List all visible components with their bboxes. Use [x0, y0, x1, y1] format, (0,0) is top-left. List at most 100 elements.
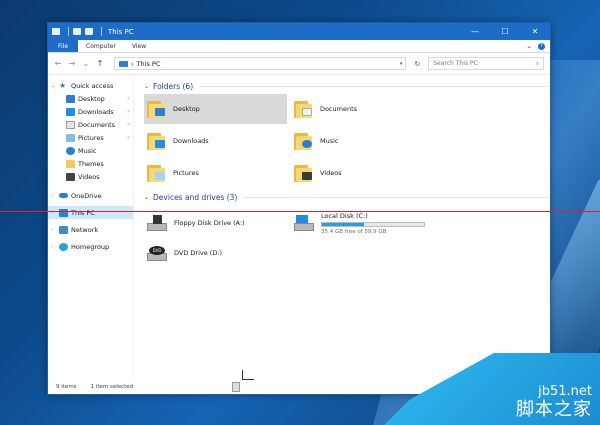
videos-folder-icon	[294, 163, 316, 183]
folders-grid: Desktop Documents Downloads Music Pictur…	[144, 94, 550, 188]
content-pane[interactable]: ⌄ Folders (6) Desktop Documents Download…	[134, 75, 550, 379]
videos-icon	[66, 172, 75, 181]
recent-locations-button[interactable]: ⌄	[82, 59, 90, 68]
sidebar-item-quick-access[interactable]: ⌄ ★ Quick access	[48, 79, 133, 92]
navigation-bar: ← → ⌄ ↑ › This PC ▾ ↻ Search This PC ⌕	[48, 53, 550, 75]
pc-icon	[59, 208, 68, 217]
sidebar-item-label: Documents	[78, 120, 116, 129]
folder-label: Downloads	[173, 137, 209, 145]
cursor-artifact	[242, 370, 254, 380]
search-placeholder: Search This PC	[433, 60, 478, 67]
floppy-drive-icon	[147, 215, 169, 231]
sidebar-item-desktop[interactable]: Desktop ✓	[48, 92, 133, 105]
annotation-line	[0, 211, 600, 212]
sidebar-item-label: Quick access	[71, 81, 114, 90]
item-count: 9 items	[56, 383, 77, 390]
sidebar-item-network[interactable]: › Network	[48, 223, 133, 236]
expand-ribbon-icon[interactable]: ⌄	[526, 42, 532, 50]
sidebar-item-label: Pictures	[78, 133, 104, 142]
chevron-down-icon[interactable]: ⌄	[144, 194, 149, 201]
sidebar-item-onedrive[interactable]: › OneDrive	[48, 189, 133, 202]
chevron-right-icon[interactable]: ›	[51, 227, 57, 233]
section-divider	[243, 196, 550, 198]
documents-folder-icon	[294, 99, 316, 119]
sidebar-item-homegroup[interactable]: › Homegroup	[48, 240, 133, 253]
drive-label: DVD Drive (D:)	[174, 249, 223, 257]
music-icon	[66, 146, 75, 155]
folder-label: Videos	[320, 169, 342, 177]
drive-floppy[interactable]: Floppy Disk Drive (A:)	[144, 208, 287, 238]
title-bar[interactable]: This PC — ☐ ✕	[48, 23, 550, 40]
pictures-folder-icon	[147, 163, 169, 183]
chevron-down-icon[interactable]: ⌄	[51, 83, 57, 89]
up-button[interactable]: ↑	[96, 59, 104, 68]
minimize-button[interactable]: —	[460, 23, 490, 40]
address-dropdown-icon[interactable]: ▾	[400, 61, 406, 67]
music-folder-icon	[294, 131, 316, 151]
selection-count: 1 item selected	[90, 383, 134, 390]
watermark-name: 脚本之家	[516, 399, 592, 420]
disk-free-text: 35.4 GB free of 59.9 GB	[321, 228, 387, 235]
navigation-pane[interactable]: ⌄ ★ Quick access Desktop ✓ Downloads ✓ D…	[48, 75, 134, 379]
sidebar-item-label: OneDrive	[71, 191, 102, 200]
forward-button[interactable]: →	[68, 59, 76, 68]
chevron-right-icon[interactable]: ›	[51, 193, 57, 199]
drives-header-label: Devices and drives (3)	[153, 192, 238, 202]
tab-view[interactable]: View	[124, 40, 154, 52]
sidebar-item-videos[interactable]: Videos	[48, 170, 133, 183]
folder-desktop[interactable]: Desktop	[144, 94, 287, 124]
sidebar-item-label: Music	[78, 146, 97, 155]
sidebar-item-pictures[interactable]: Pictures ✓	[48, 131, 133, 144]
properties-icon[interactable]	[73, 28, 81, 35]
pc-icon	[52, 28, 60, 35]
folders-section-header[interactable]: ⌄ Folders (6)	[144, 79, 550, 93]
help-icon[interactable]: ?	[538, 42, 545, 50]
folder-music[interactable]: Music	[291, 126, 434, 156]
folder-label: Documents	[320, 105, 358, 113]
star-icon: ★	[59, 80, 67, 90]
chevron-right-icon[interactable]: ›	[51, 244, 57, 250]
sidebar-item-downloads[interactable]: Downloads ✓	[48, 105, 133, 118]
search-input[interactable]: Search This PC ⌕	[428, 57, 544, 70]
folder-label: Pictures	[173, 169, 199, 177]
chevron-down-icon[interactable]: ⌄	[144, 83, 149, 90]
hard-disk-icon	[294, 215, 316, 231]
sidebar-item-label: Network	[71, 225, 99, 234]
dvd-drive-icon: DVD	[147, 245, 169, 261]
drive-label: Local Disk (C:)	[321, 211, 368, 220]
sidebar-item-label: Downloads	[78, 107, 114, 116]
folder-documents[interactable]: Documents	[291, 94, 434, 124]
sidebar-item-themes[interactable]: Themes	[48, 157, 133, 170]
tab-computer[interactable]: Computer	[78, 40, 124, 52]
maximize-button[interactable]: ☐	[490, 23, 520, 40]
sidebar-item-documents[interactable]: Documents ✓	[48, 118, 133, 131]
folder-downloads[interactable]: Downloads	[144, 126, 287, 156]
folder-videos[interactable]: Videos	[291, 158, 434, 188]
pictures-icon	[66, 133, 75, 142]
close-button[interactable]: ✕	[520, 23, 550, 40]
network-icon	[59, 225, 68, 234]
ribbon-tabs: File Computer View ⌄ ?	[48, 40, 550, 53]
refresh-button[interactable]: ↻	[414, 60, 420, 68]
drives-section-header[interactable]: ⌄ Devices and drives (3)	[144, 190, 550, 204]
sidebar-item-music[interactable]: Music	[48, 144, 133, 157]
desktop-icon	[66, 94, 75, 103]
sidebar-item-label: Themes	[78, 159, 104, 168]
sidebar-item-label: This PC	[71, 208, 95, 217]
folders-header-label: Folders (6)	[153, 81, 194, 91]
window-title: This PC	[108, 27, 134, 36]
dvd-badge: DVD	[149, 246, 165, 255]
drive-local-disk[interactable]: Local Disk (C:) 35.4 GB free of 59.9 GB	[291, 208, 434, 238]
address-bar[interactable]: › This PC ▾	[113, 57, 407, 70]
sidebar-item-this-pc[interactable]: › This PC	[48, 206, 133, 219]
file-explorer-window: This PC — ☐ ✕ File Computer View ⌄ ? ← →…	[47, 22, 551, 395]
pin-icon: ✓	[126, 95, 131, 102]
drive-dvd[interactable]: DVD DVD Drive (D:)	[144, 238, 287, 268]
new-folder-icon[interactable]	[85, 28, 93, 35]
sidebar-item-label: Homegroup	[71, 242, 110, 251]
homegroup-icon	[59, 242, 68, 251]
folder-pictures[interactable]: Pictures	[144, 158, 287, 188]
drive-label: Floppy Disk Drive (A:)	[174, 219, 245, 227]
tab-file[interactable]: File	[48, 40, 79, 52]
back-button[interactable]: ←	[54, 59, 62, 68]
